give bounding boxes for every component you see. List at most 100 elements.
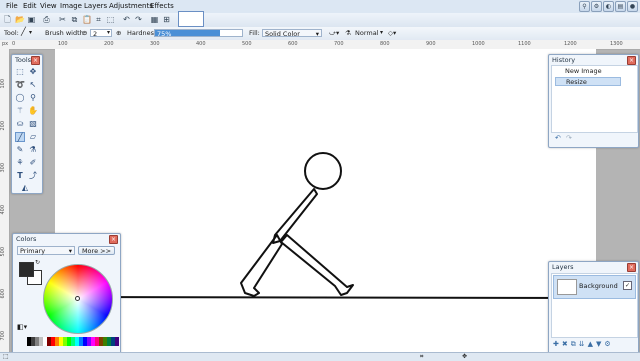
menu-layers[interactable]: Layers xyxy=(84,2,107,10)
grid-icon[interactable]: ▦ xyxy=(150,15,159,24)
colors-panel: Colors × Primary ▾ More >> ↻ ◧▾ xyxy=(12,233,121,354)
color-mode-value: Primary xyxy=(20,247,46,255)
antialiasing-icon[interactable]: ⤻▾ xyxy=(329,29,339,38)
layer-row[interactable]: Background ✓ xyxy=(553,275,636,299)
layer-visibility-checkbox[interactable]: ✓ xyxy=(623,281,632,290)
more-colors-button[interactable]: More >> xyxy=(78,246,115,255)
tools-panel-title: Tools xyxy=(15,56,32,64)
menu-bar: File Edit View Image Layers Adjustments … xyxy=(0,0,640,14)
copy-icon[interactable]: ⧉ xyxy=(70,15,79,24)
drawing-canvas[interactable] xyxy=(55,49,596,352)
ellipse-select-icon[interactable]: ◯ xyxy=(15,93,25,103)
hardness-slider[interactable]: 75% xyxy=(154,29,243,38)
color-picker-icon[interactable]: ⚗ xyxy=(28,145,38,155)
menu-file[interactable]: File xyxy=(6,2,18,10)
palette-menu-icon[interactable]: ◧▾ xyxy=(17,323,27,331)
brush-width-dropdown-icon[interactable]: ▾ xyxy=(107,29,110,36)
open-folder-icon[interactable]: 📂 xyxy=(15,15,25,24)
history-redo-icon[interactable]: ↷ xyxy=(566,134,572,142)
image-thumbnail-tab[interactable] xyxy=(178,11,204,27)
zoom-tool-icon[interactable]: ⚲ xyxy=(28,93,38,103)
ruler-tick-label: 1100 xyxy=(518,41,531,47)
fill-select[interactable]: Solid Color ▾ xyxy=(262,29,322,38)
color-mode-select[interactable]: Primary ▾ xyxy=(17,246,75,255)
utility-buttons: ⚲ ⚙ ◐ ▤ ● xyxy=(579,1,638,12)
palette-swatch[interactable] xyxy=(115,337,119,346)
gradient-icon[interactable]: ▧ xyxy=(28,119,38,129)
paint-bucket-icon[interactable]: ⛀ xyxy=(15,119,25,129)
blend-mode-dropdown-icon[interactable]: ▾ xyxy=(380,29,383,36)
merge-layer-icon[interactable]: ⇊ xyxy=(579,340,585,349)
undo-icon[interactable]: ↶ xyxy=(122,15,131,24)
history-item-selected[interactable]: Resize xyxy=(555,77,621,86)
ruler-tick-label: 1200 xyxy=(564,41,577,47)
move-selection-icon[interactable]: ↖ xyxy=(28,80,38,90)
blend-mode-select[interactable]: Normal xyxy=(355,29,379,37)
pencil-icon[interactable]: ✎ xyxy=(15,145,25,155)
layer-properties-icon[interactable]: ⚙ xyxy=(604,340,610,349)
history-item-label: New Image xyxy=(565,67,602,75)
layers-window-icon[interactable]: ▤ xyxy=(615,1,626,12)
selection-mode-icon[interactable]: ◇▾ xyxy=(388,29,396,37)
ruler-toggle-icon[interactable]: ⊞ xyxy=(162,15,171,24)
save-icon[interactable]: ▣ xyxy=(27,15,36,24)
primary-color-swatch[interactable] xyxy=(19,262,34,277)
close-icon[interactable]: × xyxy=(627,56,636,65)
eraser-icon[interactable]: ▱ xyxy=(28,132,38,142)
rectangle-select-icon[interactable]: ⬚ xyxy=(15,67,25,77)
duplicate-layer-icon[interactable]: ⧉ xyxy=(571,340,576,349)
history-item[interactable]: New Image xyxy=(555,67,621,76)
move-selected-icon[interactable]: ✥ xyxy=(28,67,38,77)
crop-icon[interactable]: ⌗ xyxy=(94,15,103,24)
palette-icon[interactable]: ◐ xyxy=(603,1,614,12)
text-tool-icon[interactable]: T xyxy=(15,171,25,181)
increase-width-icon[interactable]: ⊕ xyxy=(116,29,121,37)
close-icon[interactable]: × xyxy=(109,235,118,244)
delete-layer-icon[interactable]: ✖ xyxy=(562,340,568,349)
paintbrush-tool-icon[interactable]: ╱ xyxy=(15,132,25,142)
pan-icon[interactable]: ✋ xyxy=(28,106,38,116)
tool-dropdown-icon[interactable]: ▾ xyxy=(29,29,32,36)
decrease-width-icon[interactable]: ⊖ xyxy=(82,29,87,37)
figure-head xyxy=(304,152,342,190)
redo-icon[interactable]: ↷ xyxy=(134,15,143,24)
move-layer-up-icon[interactable]: ▲ xyxy=(588,340,593,349)
ruler-tick-label: 200 xyxy=(0,121,6,131)
ruler-left: 100 200 300 400 500 600 700 xyxy=(0,49,10,352)
deselect-icon[interactable]: ⬚ xyxy=(106,15,115,24)
colors-window-icon[interactable]: ● xyxy=(627,1,638,12)
ruler-tick-label: 900 xyxy=(426,41,436,47)
menu-view[interactable]: View xyxy=(40,2,57,10)
brush-width-label: Brush width: xyxy=(45,29,86,37)
paintbrush-icon[interactable]: ╱ xyxy=(21,27,26,36)
clone-stamp-icon[interactable]: ⚘ xyxy=(15,158,25,168)
print-icon[interactable]: ⎙ xyxy=(42,15,51,24)
status-cursor-icon: ✥ xyxy=(462,353,468,360)
lasso-select-icon[interactable]: ➰ xyxy=(15,80,25,90)
color-wheel-cursor[interactable] xyxy=(75,296,80,301)
magic-wand-icon[interactable]: ⚚ xyxy=(15,106,25,116)
more-colors-label: More >> xyxy=(81,247,112,255)
new-file-icon[interactable]: 🗋 xyxy=(3,15,12,24)
close-icon[interactable]: × xyxy=(31,56,40,65)
settings-icon[interactable]: ⚙ xyxy=(591,1,602,12)
chevron-down-icon: ▾ xyxy=(315,30,319,38)
close-icon[interactable]: × xyxy=(627,263,636,272)
recolor-icon[interactable]: ✐ xyxy=(28,158,38,168)
shapes-icon[interactable]: ◭ xyxy=(20,183,30,193)
paste-icon[interactable]: 📋 xyxy=(82,15,92,24)
color-palette-strip[interactable] xyxy=(27,337,119,347)
zoom-icon[interactable]: ⚲ xyxy=(579,1,590,12)
add-layer-icon[interactable]: ✚ xyxy=(553,340,559,349)
move-layer-down-icon[interactable]: ▼ xyxy=(596,340,601,349)
ruler-tick-label: 300 xyxy=(150,41,160,47)
menu-effects[interactable]: Effects xyxy=(150,2,174,10)
menu-image[interactable]: Image xyxy=(60,2,82,10)
history-undo-icon[interactable]: ↶ xyxy=(555,134,561,142)
cut-icon[interactable]: ✂ xyxy=(58,15,67,24)
menu-edit[interactable]: Edit xyxy=(23,2,37,10)
swap-colors-icon[interactable]: ↻ xyxy=(35,259,40,266)
menu-adjustments[interactable]: Adjustments xyxy=(109,2,153,10)
line-curve-icon[interactable]: ⤴ xyxy=(28,171,38,181)
layer-name: Background xyxy=(579,282,618,290)
